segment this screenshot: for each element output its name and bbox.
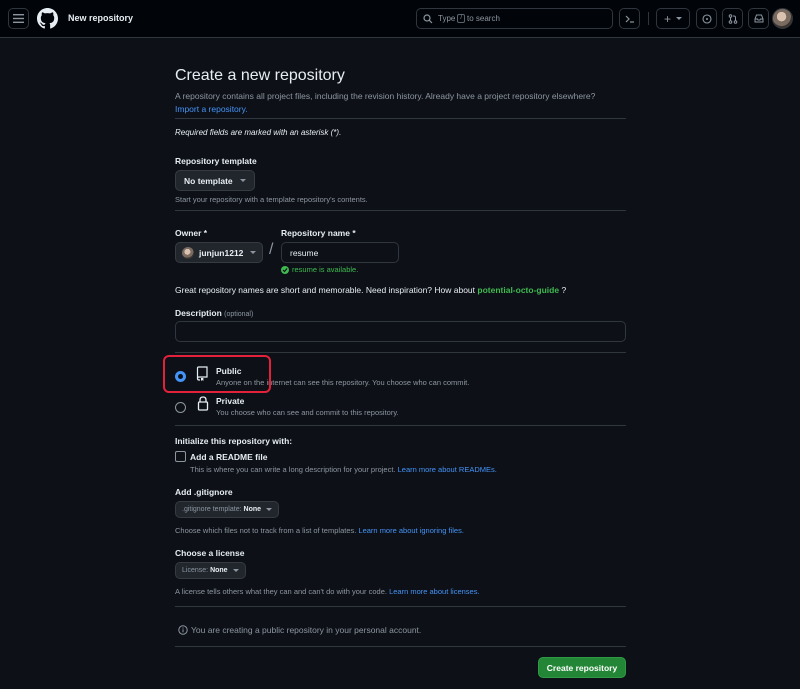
owner-dropdown[interactable]: junjun1212 xyxy=(175,242,264,263)
readme-learn-more-link[interactable]: Learn more about READMEs. xyxy=(398,465,497,474)
description-label: Description (optional) xyxy=(175,308,253,318)
owner-label: Owner * xyxy=(175,228,208,238)
user-avatar[interactable] xyxy=(772,8,793,29)
initialize-label: Initialize this repository with: xyxy=(175,436,293,446)
name-inspiration: Great repository names are short and mem… xyxy=(175,285,566,295)
readme-checkbox[interactable] xyxy=(175,451,186,462)
template-label: Repository template xyxy=(175,156,257,166)
license-dropdown[interactable]: License: None xyxy=(175,562,246,579)
gitignore-learn-more-link[interactable]: Learn more about ignoring files. xyxy=(358,526,463,535)
page-title: New repository xyxy=(68,13,134,23)
readme-description: This is where you can write a long descr… xyxy=(190,465,497,474)
license-learn-more-link[interactable]: Learn more about licenses. xyxy=(389,587,479,596)
hamburger-icon xyxy=(13,14,24,23)
description-input[interactable] xyxy=(175,321,626,342)
repo-name-label: Repository name * xyxy=(281,228,356,238)
divider xyxy=(175,646,626,647)
divider xyxy=(175,118,626,119)
issues-button[interactable] xyxy=(696,8,717,29)
description-label-text: Description xyxy=(175,308,222,318)
search-shortcut-key: / xyxy=(457,14,466,23)
info-icon xyxy=(178,625,188,635)
template-value: No template xyxy=(184,175,233,186)
search-prefix: Type xyxy=(438,14,456,23)
subtitle-text: A repository contains all project files,… xyxy=(175,91,596,101)
availability-text: resume is available. xyxy=(292,265,359,274)
info-text: You are creating a public repository in … xyxy=(191,625,422,635)
search-icon xyxy=(423,13,433,23)
readme-desc-text: This is where you can write a long descr… xyxy=(190,465,396,474)
private-title: Private xyxy=(216,396,245,406)
divider xyxy=(175,352,626,353)
menu-button[interactable] xyxy=(8,8,29,29)
header-divider xyxy=(648,12,649,25)
repo-name-input[interactable]: resume xyxy=(281,242,399,263)
template-note: Start your repository with a template re… xyxy=(175,195,368,204)
command-palette-button[interactable] xyxy=(619,8,640,29)
plus-icon: + xyxy=(663,11,671,26)
gitignore-note-text: Choose which files not to track from a l… xyxy=(175,526,357,535)
optional-tag: (optional) xyxy=(224,311,254,318)
suggested-name-link[interactable]: potential-octo-guide xyxy=(477,285,559,295)
create-repository-button[interactable]: Create repository xyxy=(538,657,626,678)
inspiration-end: ? xyxy=(561,285,567,295)
inspiration-text: Great repository names are short and mem… xyxy=(175,285,476,295)
license-prefix: License: xyxy=(182,567,209,574)
search-input[interactable]: Type / to search xyxy=(416,8,613,29)
page-heading: Create a new repository xyxy=(175,67,345,84)
license-value: None xyxy=(210,567,228,574)
owner-avatar xyxy=(182,246,194,259)
template-dropdown[interactable]: No template xyxy=(175,170,255,191)
private-description: You choose who can see and commit to thi… xyxy=(216,408,399,417)
chevron-down-icon xyxy=(676,17,682,20)
info-message: You are creating a public repository in … xyxy=(178,625,421,635)
inbox-button[interactable] xyxy=(748,8,769,29)
github-logo-icon[interactable] xyxy=(37,8,58,29)
red-highlight-annotation xyxy=(163,355,271,393)
availability-status: resume is available. xyxy=(281,265,358,274)
gitignore-dropdown[interactable]: .gitignore template: None xyxy=(175,501,280,518)
top-header: New repository Type / to search + xyxy=(0,0,800,38)
gitignore-value: None xyxy=(243,506,262,513)
check-circle-icon xyxy=(281,265,289,274)
pull-requests-button[interactable] xyxy=(722,8,743,29)
terminal-icon xyxy=(625,15,634,23)
divider xyxy=(175,606,626,607)
chevron-down-icon xyxy=(266,508,273,511)
license-label: Choose a license xyxy=(175,548,245,558)
chevron-down-icon xyxy=(250,251,257,254)
create-new-dropdown[interactable]: + xyxy=(656,8,690,29)
license-note: A license tells others what they can and… xyxy=(175,587,480,596)
private-radio[interactable] xyxy=(175,402,186,413)
required-fields-note: Required fields are marked with an aster… xyxy=(175,128,342,137)
owner-repo-separator: / xyxy=(269,241,274,258)
license-note-text: A license tells others what they can and… xyxy=(175,587,387,596)
page-subtitle: A repository contains all project files,… xyxy=(175,90,625,116)
chevron-down-icon xyxy=(232,569,239,572)
readme-label: Add a README file xyxy=(190,452,268,462)
inbox-icon xyxy=(754,14,763,23)
import-repository-link[interactable]: Import a repository. xyxy=(175,104,248,114)
issue-circle-icon xyxy=(701,13,712,24)
search-suffix: to search xyxy=(467,14,500,23)
divider xyxy=(175,210,626,211)
divider xyxy=(175,425,626,426)
chevron-down-icon xyxy=(239,179,246,182)
gitignore-label: Add .gitignore xyxy=(175,487,233,497)
gitignore-prefix: .gitignore template: xyxy=(182,506,242,513)
gitignore-note: Choose which files not to track from a l… xyxy=(175,526,464,535)
owner-value: junjun1212 xyxy=(199,247,244,258)
lock-icon xyxy=(197,396,209,411)
pull-request-icon xyxy=(728,13,737,24)
